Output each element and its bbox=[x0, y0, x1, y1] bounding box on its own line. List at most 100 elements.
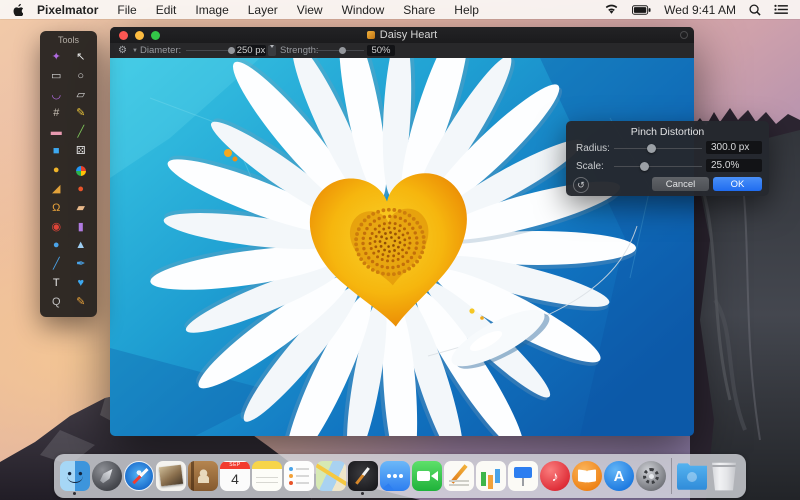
diameter-slider-knob[interactable] bbox=[228, 47, 236, 54]
desktop: Pixelmator File Edit Image Layer View Window Sh… bbox=[0, 0, 800, 500]
dock-item-sysprefs[interactable] bbox=[636, 460, 666, 492]
messages-icon bbox=[380, 461, 410, 491]
eraser-tool-icon[interactable]: ▬ bbox=[49, 126, 63, 140]
ellipse-select-tool-icon[interactable]: ○ bbox=[74, 69, 88, 83]
scale-slider[interactable] bbox=[614, 159, 702, 173]
dock-item-photos[interactable] bbox=[156, 460, 186, 492]
pen-tool-icon[interactable]: ✒ bbox=[74, 258, 88, 272]
menu-share[interactable]: Share bbox=[403, 3, 435, 17]
crop-tool-icon[interactable]: # bbox=[49, 107, 63, 121]
poly-lasso-tool-icon[interactable]: ▱ bbox=[74, 88, 88, 102]
titlebar-action-button[interactable] bbox=[680, 31, 688, 39]
notification-center-icon[interactable] bbox=[774, 4, 788, 15]
window-controls bbox=[119, 30, 160, 40]
roll-tool-icon[interactable]: ⚄ bbox=[74, 145, 88, 159]
dock-item-keynote[interactable] bbox=[508, 460, 538, 492]
menu-view[interactable]: View bbox=[297, 3, 323, 17]
move-tool-icon[interactable]: ↖ bbox=[74, 50, 88, 64]
type-tool-icon[interactable]: T bbox=[49, 277, 63, 291]
blur-tool-icon[interactable]: ● bbox=[49, 239, 63, 253]
ellipse-shape-tool-icon[interactable]: ● bbox=[49, 164, 63, 178]
dock-item-ibooks[interactable] bbox=[572, 460, 602, 492]
dock-item-pixelmator[interactable] bbox=[348, 460, 378, 495]
dock-item-notes[interactable] bbox=[252, 460, 282, 492]
dock-item-contacts[interactable] bbox=[188, 460, 218, 492]
finder-icon bbox=[60, 461, 90, 491]
dock-item-numbers[interactable] bbox=[476, 460, 506, 492]
diameter-value-field[interactable]: 250 px bbox=[236, 45, 266, 56]
dock-item-downloads[interactable] bbox=[677, 460, 707, 492]
color-drop-tool-icon[interactable]: ● bbox=[74, 182, 88, 196]
diameter-stepper[interactable] bbox=[268, 45, 276, 63]
scale-value-field[interactable]: 25.0% bbox=[706, 159, 762, 172]
reset-button[interactable]: ↺ bbox=[573, 177, 589, 193]
strength-value-field[interactable]: 50% bbox=[367, 45, 395, 56]
menu-pixelmator[interactable]: Pixelmator bbox=[37, 3, 98, 17]
dock-item-maps[interactable] bbox=[316, 460, 346, 492]
reminders-icon bbox=[284, 461, 314, 491]
sponge-tool-icon[interactable]: ▮ bbox=[74, 220, 88, 234]
appstore-icon: A bbox=[604, 461, 634, 491]
radius-slider[interactable] bbox=[614, 141, 702, 155]
pencil-tool-icon[interactable]: ✎ bbox=[74, 107, 88, 121]
eyedropper-tool-icon[interactable]: ✎ bbox=[74, 296, 88, 310]
menu-help[interactable]: Help bbox=[454, 3, 479, 17]
dock-item-safari[interactable] bbox=[124, 460, 154, 492]
zoom-tool-icon[interactable]: Q bbox=[49, 296, 63, 310]
magic-wand-tool-icon[interactable]: ✦ bbox=[49, 50, 63, 64]
menubar-clock[interactable]: Wed 9:41 AM bbox=[664, 3, 736, 17]
ok-button[interactable]: OK bbox=[713, 177, 762, 191]
canvas-daisy-image[interactable] bbox=[110, 58, 694, 436]
menu-layer[interactable]: Layer bbox=[248, 3, 278, 17]
dock-item-appstore[interactable]: A bbox=[604, 460, 634, 492]
line-tool-icon[interactable]: ╱ bbox=[74, 126, 88, 140]
menu-edit[interactable]: Edit bbox=[156, 3, 177, 17]
dock-item-itunes[interactable]: ♪ bbox=[540, 460, 570, 492]
diameter-slider[interactable] bbox=[186, 43, 236, 58]
battery-icon[interactable] bbox=[632, 4, 651, 15]
menu-window[interactable]: Window bbox=[342, 3, 385, 17]
rect-shape-tool-icon[interactable]: ■ bbox=[49, 145, 63, 159]
itunes-icon: ♪ bbox=[540, 461, 570, 491]
dock-item-facetime[interactable] bbox=[412, 460, 442, 492]
smudge-tool-icon[interactable]: ╱ bbox=[49, 258, 63, 272]
menubar: Pixelmator File Edit Image Layer View Window Sh… bbox=[0, 0, 800, 19]
dock-item-trash[interactable] bbox=[709, 460, 739, 492]
spotlight-icon[interactable] bbox=[749, 3, 761, 16]
radius-slider-knob[interactable] bbox=[647, 144, 657, 153]
paint-bucket-tool-icon[interactable]: ◢ bbox=[49, 182, 63, 196]
diameter-slider-track[interactable] bbox=[186, 50, 234, 51]
dock-item-finder[interactable] bbox=[60, 460, 90, 495]
gear-icon[interactable]: ⚙ bbox=[118, 43, 127, 58]
gradient-tool-icon[interactable] bbox=[75, 165, 86, 176]
dock-item-launchpad[interactable] bbox=[92, 460, 122, 492]
lasso-tool-icon[interactable]: ◡ bbox=[49, 88, 63, 102]
dock-item-messages[interactable] bbox=[380, 460, 410, 492]
red-eye-tool-icon[interactable]: ◉ bbox=[49, 220, 63, 234]
heart-shape-tool-icon[interactable]: ♥ bbox=[74, 277, 88, 291]
scale-slider-knob[interactable] bbox=[640, 162, 650, 171]
radius-slider-track[interactable] bbox=[614, 148, 702, 149]
downloads-icon bbox=[677, 463, 707, 490]
titlebar[interactable]: Daisy Heart bbox=[110, 27, 694, 43]
healing-tool-icon[interactable]: ▰ bbox=[74, 201, 88, 215]
strength-slider[interactable] bbox=[314, 43, 364, 58]
close-button[interactable] bbox=[119, 30, 128, 40]
dock-item-reminders[interactable] bbox=[284, 460, 314, 492]
radius-value-field[interactable]: 300.0 px bbox=[706, 141, 762, 154]
menu-file[interactable]: File bbox=[117, 3, 136, 17]
apple-menu[interactable] bbox=[12, 3, 23, 16]
sharpen-tool-icon[interactable]: ▲ bbox=[74, 239, 88, 253]
dialog-title: Pinch Distortion bbox=[630, 126, 705, 138]
rect-select-tool-icon[interactable]: ▭ bbox=[49, 69, 63, 83]
clone-stamp-tool-icon[interactable]: Ω bbox=[49, 201, 63, 215]
cancel-button[interactable]: Cancel bbox=[652, 177, 709, 191]
minimize-button[interactable] bbox=[135, 30, 144, 40]
wifi-icon[interactable] bbox=[604, 4, 619, 15]
scale-slider-track[interactable] bbox=[614, 166, 702, 167]
zoom-window-button[interactable] bbox=[151, 30, 160, 40]
dock-item-pages[interactable] bbox=[444, 460, 474, 492]
menu-image[interactable]: Image bbox=[195, 3, 228, 17]
dock-item-calendar[interactable]: SEP 4 bbox=[220, 460, 250, 492]
strength-slider-knob[interactable] bbox=[339, 47, 346, 54]
